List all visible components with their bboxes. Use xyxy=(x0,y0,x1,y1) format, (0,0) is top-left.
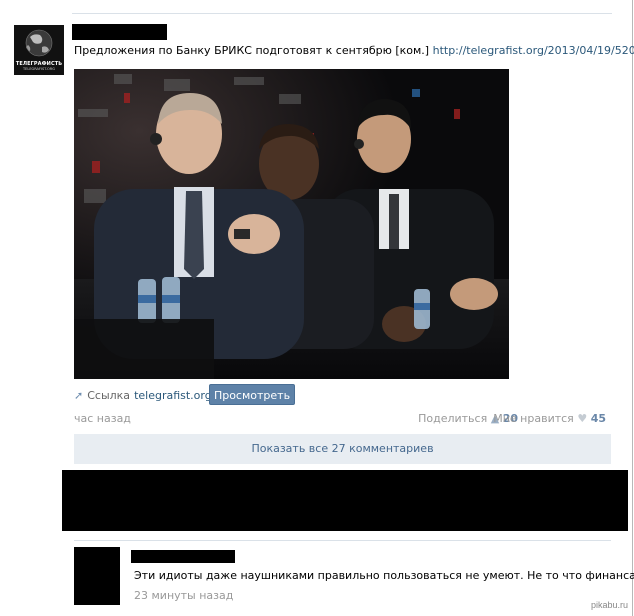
comment-divider xyxy=(74,540,611,541)
commenter-avatar-redacted[interactable] xyxy=(74,547,120,605)
comment-time[interactable]: 23 минуты назад xyxy=(134,589,233,602)
post-url-link[interactable]: http://telegrafist.org/2013/04/19/52089/ xyxy=(433,44,634,57)
post-divider xyxy=(72,13,612,14)
link-label: Ссылка xyxy=(87,388,131,402)
comment-text: Эти идиоты даже наушниками правильно пол… xyxy=(134,569,634,582)
link-domain[interactable]: telegrafist.org xyxy=(134,389,212,402)
like-label: Мне нравится xyxy=(493,412,574,425)
view-button[interactable]: Просмотреть xyxy=(209,384,295,405)
post-body: Предложения по Банку БРИКС подготовят к … xyxy=(74,44,430,57)
post-text: Предложения по Банку БРИКС подготовят к … xyxy=(74,44,634,58)
link-attachment: ➚ Ссылка telegrafist.org xyxy=(74,386,212,404)
summit-photo-image xyxy=(74,69,509,379)
author-name-redacted[interactable] xyxy=(72,24,167,40)
like-count: 45 xyxy=(590,412,606,425)
post-photo[interactable] xyxy=(74,69,509,379)
redacted-block xyxy=(62,470,628,531)
heart-icon: ♥ xyxy=(577,412,588,425)
post-time[interactable]: час назад xyxy=(74,412,131,425)
like-button[interactable]: Мне нравится ♥ 45 xyxy=(493,412,606,425)
author-avatar[interactable]: ТЕЛЕГРАФИСТЬ TELEGRAFIST.ORG xyxy=(14,25,64,75)
link-arrow-icon: ➚ xyxy=(74,388,84,402)
window-edge xyxy=(632,0,633,616)
commenter-name-redacted[interactable] xyxy=(131,550,235,563)
logo-brand-url: TELEGRAFIST.ORG xyxy=(23,67,55,71)
watermark: pikabu.ru xyxy=(590,600,628,610)
show-all-comments-button[interactable]: Показать все 27 комментариев xyxy=(74,434,611,464)
share-label: Поделиться xyxy=(418,412,488,425)
